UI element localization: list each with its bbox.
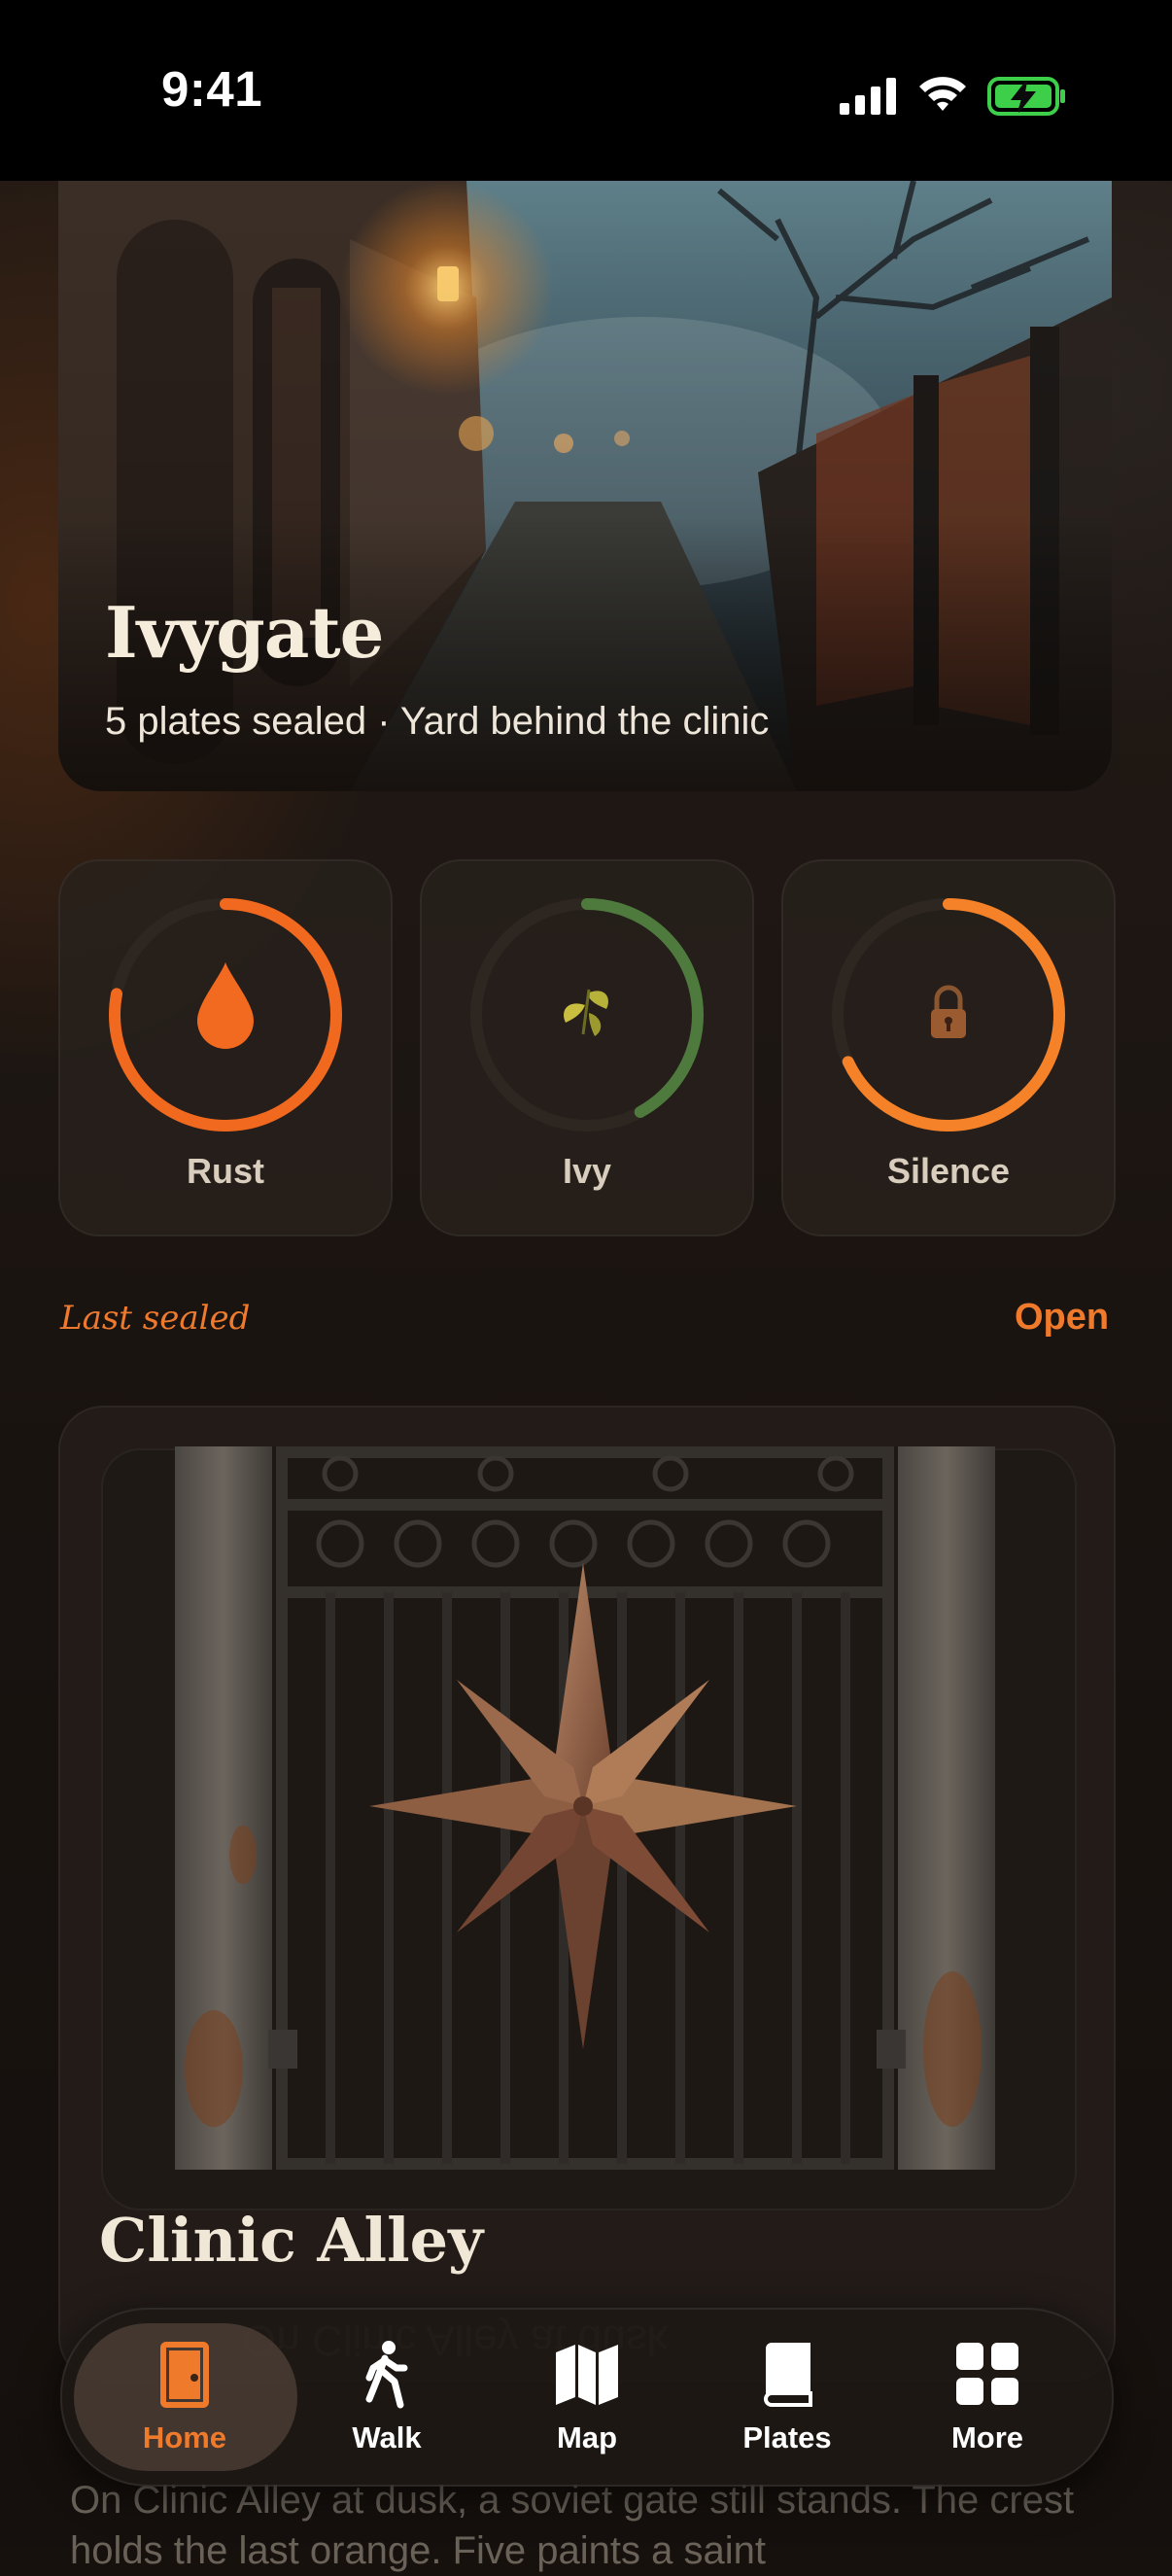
padlock-icon bbox=[931, 985, 966, 1038]
book-icon bbox=[763, 2343, 812, 2407]
battery-charging-icon bbox=[987, 77, 1065, 116]
ring-label-rust: Rust bbox=[187, 1151, 264, 1191]
ring-card-ivy[interactable]: Ivy bbox=[420, 859, 754, 1236]
ring-label-silence: Silence bbox=[886, 1151, 1011, 1191]
tab-home[interactable]: Home bbox=[87, 2310, 282, 2485]
leaf-icon bbox=[564, 989, 608, 1036]
tab-bar: Home Walk Map Plates More bbox=[60, 2308, 1114, 2487]
gate-image bbox=[175, 1446, 995, 2170]
ring-card-silence[interactable]: Silence bbox=[781, 859, 1116, 1236]
hero-subtitle: 5 plates sealed · Yard behind the clinic bbox=[105, 700, 770, 743]
featured-title: Clinic Alley bbox=[99, 2205, 484, 2276]
wifi-icon bbox=[919, 77, 966, 111]
tab-more[interactable]: More bbox=[890, 2310, 1085, 2485]
featured-description: On Clinic Alley at dusk, a soviet gate s… bbox=[70, 2479, 1075, 2572]
rust-progress-ring bbox=[109, 898, 342, 1131]
cellular-signal-icon bbox=[840, 78, 896, 115]
ivy-progress-ring bbox=[470, 898, 704, 1131]
tab-home-label: Home bbox=[142, 2420, 227, 2454]
tab-walk-label: Walk bbox=[352, 2420, 422, 2454]
tab-plates-label: Plates bbox=[742, 2420, 832, 2454]
hero-title: Ivygate bbox=[105, 591, 384, 674]
tab-map-label: Map bbox=[557, 2420, 617, 2454]
droplet-icon bbox=[197, 962, 254, 1049]
grid-icon bbox=[956, 2343, 1018, 2405]
walking-person-icon bbox=[365, 2341, 408, 2409]
open-link[interactable]: Open bbox=[1015, 1297, 1109, 1339]
status-time: 9:41 bbox=[161, 61, 263, 117]
ring-card-rust[interactable]: Rust bbox=[58, 859, 393, 1236]
map-icon bbox=[556, 2345, 618, 2405]
door-icon bbox=[160, 2342, 209, 2408]
tab-map[interactable]: Map bbox=[490, 2310, 684, 2485]
tab-plates[interactable]: Plates bbox=[690, 2310, 884, 2485]
tab-more-label: More bbox=[950, 2420, 1024, 2454]
section-title: Last sealed bbox=[60, 1299, 251, 1338]
silence-progress-ring bbox=[832, 898, 1065, 1131]
tab-walk[interactable]: Walk bbox=[290, 2310, 484, 2485]
ring-label-ivy: Ivy bbox=[562, 1151, 612, 1191]
